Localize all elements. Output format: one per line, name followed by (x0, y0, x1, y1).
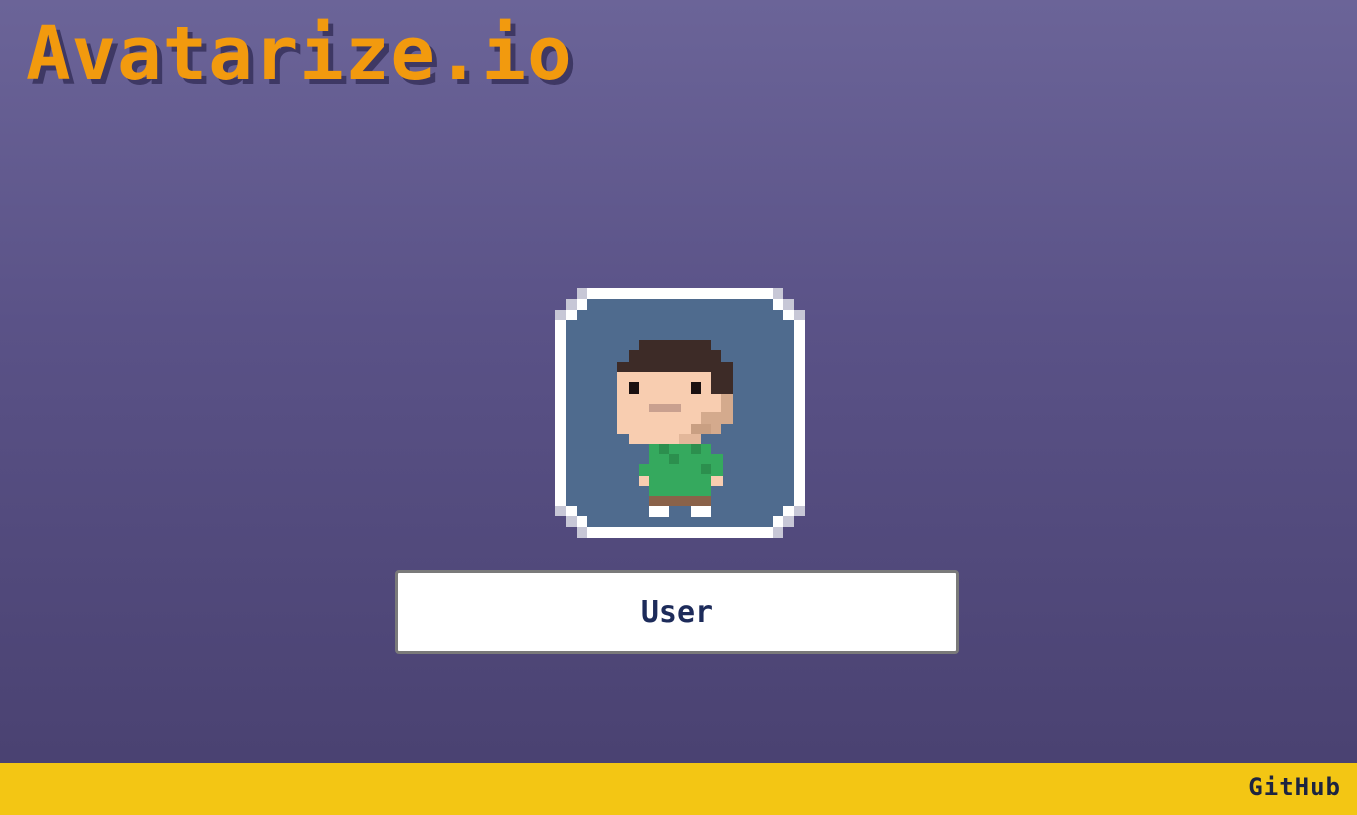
pixel-avatar-icon (555, 288, 805, 538)
app-logo: Avatarize.io (26, 11, 573, 97)
github-link[interactable]: GitHub (1248, 773, 1341, 801)
footer-bar: GitHub (0, 763, 1357, 815)
avatar-preview[interactable] (555, 288, 805, 538)
avatar-name-input[interactable] (395, 570, 959, 654)
